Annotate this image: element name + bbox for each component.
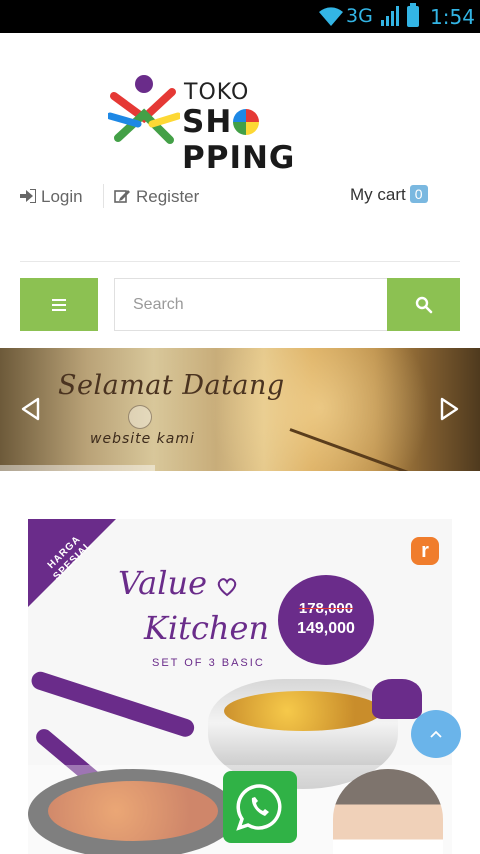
slider-glow (200, 348, 440, 471)
slider-title: Selamat Datang (58, 370, 285, 401)
search-input[interactable] (114, 278, 388, 331)
status-bar: 3G 1:54 (0, 0, 480, 33)
logo-mark-icon (108, 75, 180, 144)
promo-title-line2: Kitchen (144, 609, 270, 647)
logo-line2: SHPPING (182, 104, 370, 176)
search-button[interactable] (387, 278, 460, 331)
signal-icon (381, 6, 399, 26)
hero-slider[interactable]: Selamat Datang website kami (0, 348, 480, 471)
hamburger-icon-bar (52, 309, 66, 311)
clock: 1:54 (430, 5, 475, 29)
sign-in-icon (20, 188, 37, 204)
account-divider (103, 184, 104, 208)
logo-line1: TOKO (184, 80, 250, 105)
register-label: Register (136, 187, 200, 206)
menu-button[interactable] (20, 278, 98, 331)
promo-title-line1: Value (118, 564, 208, 602)
battery-icon (407, 3, 419, 27)
price-new: 149,000 (297, 620, 355, 637)
slider-progress (0, 465, 155, 471)
magnifier-icon (415, 296, 433, 314)
scroll-top-button[interactable] (411, 710, 461, 758)
network-type: 3G (346, 5, 373, 27)
chevron-left-icon[interactable] (20, 397, 42, 421)
whatsapp-icon (236, 784, 282, 831)
price-old: 178,000 (298, 600, 354, 617)
logo-line2-suffix: PPING (182, 140, 296, 176)
brand-logo: r (411, 537, 439, 565)
promo-tagline: SET OF 3 BASIC (152, 657, 265, 669)
cart-link[interactable]: My cart 0 (350, 185, 428, 205)
edit-icon (114, 190, 130, 203)
slider-orb (128, 405, 152, 429)
chevron-right-icon[interactable] (438, 397, 460, 421)
hamburger-icon-bar (52, 304, 66, 306)
chevron-up-icon (430, 730, 442, 738)
cart-count-badge: 0 (409, 185, 428, 203)
login-link[interactable]: Login (20, 187, 83, 207)
header-divider (20, 261, 460, 262)
whatsapp-button[interactable] (223, 771, 297, 843)
pot-food (224, 691, 382, 731)
logo-line2-prefix: SH (182, 104, 233, 140)
oven-mitt (372, 679, 422, 719)
price-badge: 178,000 149,000 (278, 575, 374, 665)
slider-subtitle: website kami (90, 431, 195, 447)
login-label: Login (41, 187, 83, 206)
logo-ball-icon (233, 109, 260, 135)
site-logo[interactable]: TOKO SHPPING (108, 72, 370, 176)
pan-handle (29, 669, 197, 740)
heart-icon (217, 578, 237, 597)
hamburger-icon (52, 299, 66, 301)
register-link[interactable]: Register (114, 187, 199, 207)
cart-label: My cart (350, 185, 406, 204)
wifi-icon (319, 7, 343, 26)
